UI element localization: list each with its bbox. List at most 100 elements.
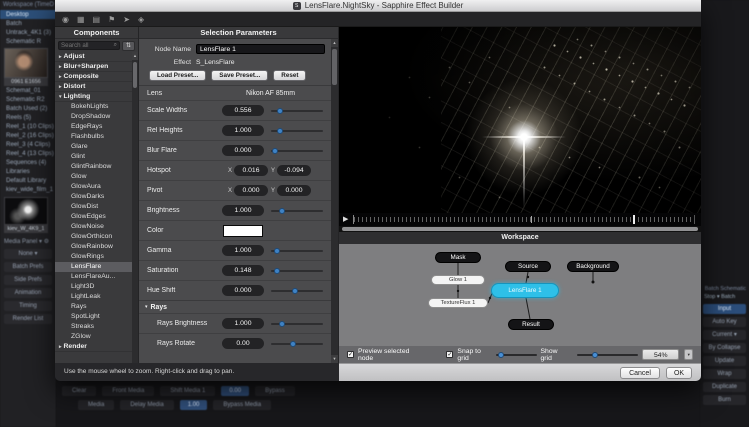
media-tree-desktop[interactable]: Desktop (0, 10, 56, 19)
clip-thumbnail-portrait[interactable] (4, 48, 48, 78)
flame-button[interactable]: Delay Media (120, 400, 173, 410)
search-field[interactable]: ⌕ (58, 41, 120, 50)
new-icon[interactable]: ◉ (62, 12, 69, 27)
timeline-scrubber[interactable] (353, 215, 695, 224)
category-composite[interactable]: ▸Composite (55, 72, 132, 82)
workspace-zoom-slider[interactable] (577, 351, 638, 359)
rays-section-header[interactable]: ▾ Rays (139, 300, 331, 313)
flame-left-button[interactable]: Batch Prefs (4, 262, 52, 272)
flame-right-button[interactable]: Wrap (703, 369, 746, 379)
slider-thumb[interactable] (592, 352, 598, 358)
component-item[interactable]: GlowNoise (55, 222, 132, 232)
node-glow[interactable]: Glow 1 (431, 275, 485, 285)
param-slider[interactable] (271, 267, 323, 275)
media-tree-item[interactable]: Untrack_4K1 (3) (0, 28, 56, 37)
param-value-field[interactable]: 1.000 (222, 205, 264, 216)
component-item[interactable]: SpotLight (55, 312, 132, 322)
media-panel-selector[interactable]: Media Panel ▾ ⚙ (0, 237, 56, 247)
parameters-scrollbar[interactable]: ▲ ▼ (331, 39, 338, 363)
component-item[interactable]: GlintRainbow (55, 162, 132, 172)
window-titlebar[interactable]: S LensFlare.NightSky - Sapphire Effect B… (55, 0, 701, 12)
media-tree-item[interactable]: Schematic R (0, 37, 56, 46)
flame-button[interactable]: Bypass (255, 386, 295, 396)
node-mask[interactable]: Mask (435, 252, 481, 263)
flame-left-button[interactable]: Side Prefs (4, 275, 52, 285)
component-item[interactable]: GlowDarks (55, 192, 132, 202)
media-tree-item[interactable]: Libraries (0, 167, 56, 176)
scrollbar-thumb[interactable] (332, 49, 337, 85)
pivot-y-field[interactable]: 0.000 (277, 185, 311, 196)
component-item[interactable]: DropShadow (55, 112, 132, 122)
media-tree-item[interactable]: Batch (0, 19, 56, 28)
slider-thumb[interactable] (279, 208, 285, 214)
component-item[interactable]: LightLeak (55, 292, 132, 302)
param-slider[interactable] (271, 207, 323, 215)
save-preset-button[interactable]: Save Preset... (211, 70, 268, 81)
node-name-input[interactable] (196, 44, 325, 54)
slider-thumb[interactable] (292, 288, 298, 294)
flame-left-button[interactable]: Render List (4, 314, 52, 324)
scroll-up-icon[interactable]: ▲ (331, 39, 338, 47)
component-item[interactable]: ZGlow (55, 332, 132, 342)
component-item[interactable]: Rays (55, 302, 132, 312)
save-icon[interactable]: ▤ (93, 12, 101, 27)
ok-button[interactable]: OK (666, 367, 692, 379)
category-render[interactable]: ▸Render (55, 342, 132, 352)
pivot-x-field[interactable]: 0.000 (234, 185, 268, 196)
grid-size-slider[interactable] (496, 351, 537, 359)
playhead[interactable] (633, 215, 635, 224)
flame-button[interactable]: Media (78, 400, 114, 410)
media-tree-item[interactable]: Reel_1 (10 Clips) (0, 122, 56, 131)
media-tree-item[interactable]: Reels (5) (0, 113, 56, 122)
flame-left-button[interactable]: Timing (4, 301, 52, 311)
cancel-button[interactable]: Cancel (620, 367, 660, 379)
node-source[interactable]: Source (505, 261, 551, 272)
component-item[interactable]: Glow (55, 172, 132, 182)
load-preset-button[interactable]: Load Preset... (149, 70, 206, 81)
param-value-field[interactable]: 0.148 (222, 265, 264, 276)
flame-right-button[interactable]: Update (703, 356, 746, 366)
category-lighting[interactable]: ▾Lighting (55, 92, 132, 102)
media-tree-item[interactable]: Reel_2 (16 Clips) (0, 131, 56, 140)
stop-batch-row[interactable]: Stop ▾ Batch (700, 292, 749, 302)
flame-left-button[interactable]: None ▾ (4, 249, 52, 259)
component-item-lensflare[interactable]: LensFlare (55, 262, 132, 272)
flame-button[interactable]: Shift Media 1 (160, 386, 215, 396)
component-item[interactable]: GlowRainbow (55, 242, 132, 252)
media-tree-item[interactable]: Reel_4 (13 Clips) (0, 149, 56, 158)
slider-thumb[interactable] (279, 321, 285, 327)
component-item[interactable]: Streaks (55, 322, 132, 332)
preview-selected-checkbox[interactable]: ✓ (347, 351, 354, 358)
param-value-field[interactable]: 0.556 (222, 105, 264, 116)
flame-value-field[interactable]: 1.00 (180, 400, 208, 410)
component-item[interactable]: GlowRings (55, 252, 132, 262)
color-swatch[interactable] (223, 225, 263, 237)
param-value-field[interactable]: 0.000 (222, 145, 264, 156)
zoom-percent-field[interactable]: 54% (642, 349, 679, 360)
flame-button[interactable]: Clear (62, 386, 96, 396)
flame-right-button[interactable]: Duplicate (703, 382, 746, 392)
param-slider[interactable] (271, 287, 323, 295)
node-graph-canvas[interactable]: Mask Glow 1 TextureFlux 1 Source LensFla… (339, 244, 701, 346)
node-result[interactable]: Result (508, 319, 554, 330)
scrollbar-thumb[interactable] (133, 62, 137, 88)
param-value-field[interactable]: 0.00 (222, 338, 264, 349)
lens-value[interactable]: Nikon AF 85mm (246, 90, 295, 97)
export-icon[interactable]: ➤ (123, 12, 130, 27)
flame-button[interactable]: Bypass Media (213, 400, 271, 410)
reset-button[interactable]: Reset (273, 70, 306, 81)
flag-icon[interactable]: ⚑ (108, 12, 115, 27)
slider-thumb[interactable] (277, 128, 283, 134)
media-tree-item[interactable]: Batch Used (2) (0, 104, 56, 113)
param-value-field[interactable]: 1.000 (222, 245, 264, 256)
media-tree-item[interactable]: kiev_wide_film_1 (0, 185, 56, 194)
param-value-field[interactable]: 1.000 (222, 125, 264, 136)
param-value-field[interactable]: 1.000 (222, 318, 264, 329)
media-tree-item[interactable]: Schematic R2 (0, 95, 56, 104)
flame-right-button[interactable]: Current ▾ (703, 330, 746, 340)
component-item[interactable]: BokehLights (55, 102, 132, 112)
video-preview[interactable] (339, 27, 701, 213)
flame-left-button[interactable]: Animation (4, 288, 52, 298)
component-item[interactable]: Flashbulbs (55, 132, 132, 142)
node-lensflare-selected[interactable]: LensFlare 1 (491, 283, 559, 298)
